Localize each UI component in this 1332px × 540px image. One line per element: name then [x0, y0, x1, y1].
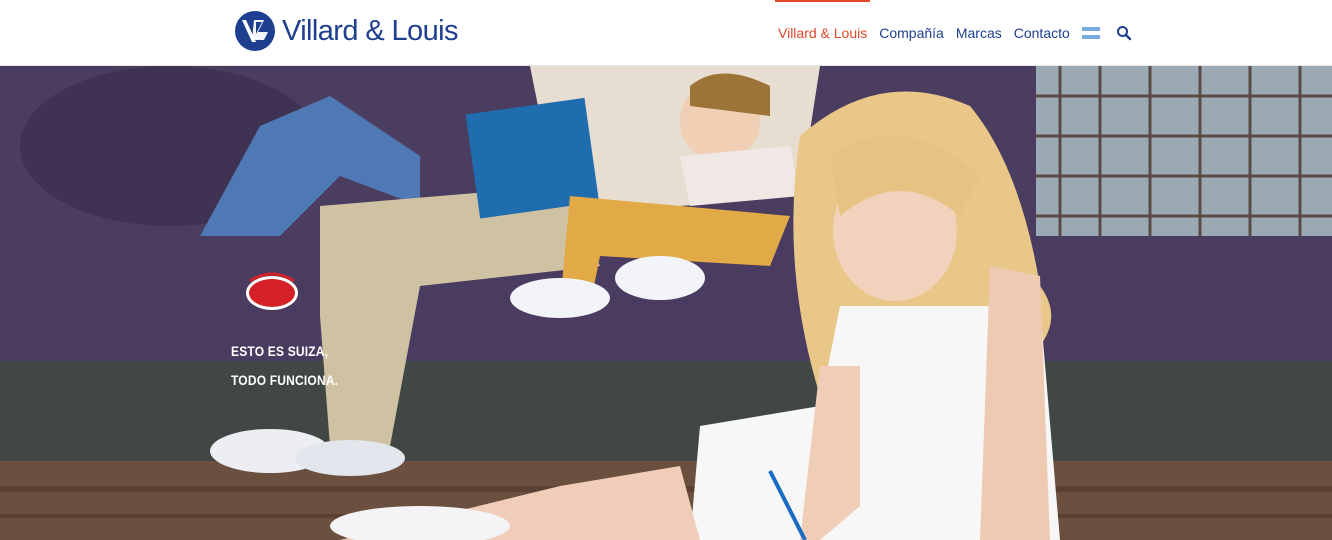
suiza-brand-logo[interactable] — [244, 271, 300, 311]
tagline-line-2: TODO FUNCIONA. — [231, 372, 339, 388]
brand-logo[interactable]: Villard & Louis — [234, 9, 458, 53]
main-nav: Villard & Louis Compañía Marcas Contacto — [772, 0, 1132, 66]
argentina-flag-icon[interactable] — [1081, 27, 1100, 39]
nav-item-marcas[interactable]: Marcas — [950, 0, 1008, 66]
nav-item-villard-louis[interactable]: Villard & Louis — [772, 0, 873, 66]
hero-tagline: ESTO ES SUIZA, TODO FUNCIONA. — [231, 337, 338, 395]
nav-item-compania[interactable]: Compañía — [873, 0, 950, 66]
brand-name: Villard & Louis — [282, 14, 458, 47]
nav-item-contacto[interactable]: Contacto — [1008, 0, 1076, 66]
search-icon[interactable] — [1116, 25, 1132, 41]
tagline-line-1: ESTO ES SUIZA, — [231, 343, 329, 359]
villard-louis-logo-icon — [235, 11, 275, 51]
site-header: Villard & Louis Villard & Louis Compañía… — [0, 0, 1332, 66]
hero-family-image — [0, 66, 1332, 540]
hero-banner: ESTO ES SUIZA, TODO FUNCIONA. — [0, 66, 1332, 540]
